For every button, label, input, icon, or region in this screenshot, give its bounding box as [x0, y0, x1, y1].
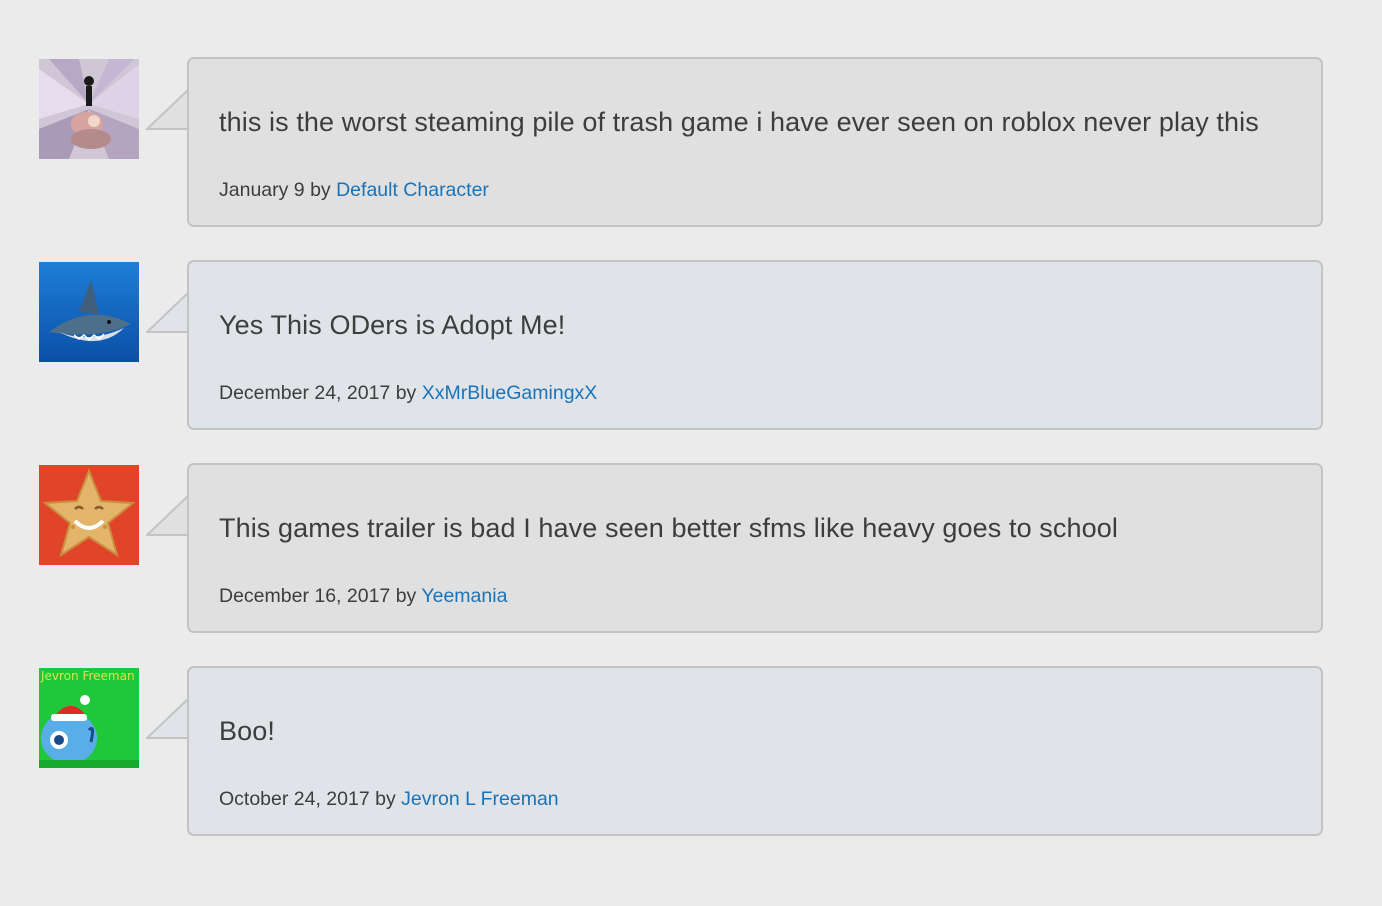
angelic-figure-avatar-icon [39, 59, 139, 159]
comment-item: This games trailer is bad I have seen be… [0, 463, 1382, 635]
smiling-star-cookie-avatar-icon [39, 465, 139, 565]
comment-text: this is the worst steaming pile of trash… [219, 107, 1259, 137]
author-link[interactable]: XxMrBlueGamingxX [422, 382, 598, 404]
avatar[interactable]: Jevron Freeman [39, 668, 139, 768]
author-link[interactable]: Yeemania [421, 585, 507, 607]
bubble-pointer [146, 495, 190, 537]
comment-by-label: by [395, 585, 417, 607]
avatar[interactable] [39, 465, 139, 565]
comment-bubble: Boo! October 24, 2017 by Jevron L Freema… [187, 666, 1323, 836]
comment-text: Boo! [219, 716, 275, 746]
comment-meta: December 16, 2017 by Yeemania [219, 585, 507, 608]
bubble-pointer [146, 698, 190, 740]
bubble-pointer [146, 292, 190, 334]
comment-bubble: This games trailer is bad I have seen be… [187, 463, 1323, 633]
comment-item: Jevron Freeman Boo! October 24, 2017 by [0, 666, 1382, 838]
shark-avatar-icon [39, 262, 139, 362]
comment-meta: October 24, 2017 by Jevron L Freeman [219, 788, 559, 811]
comment-date: December 24, 2017 [219, 382, 391, 404]
comment-meta: January 9 by Default Character [219, 179, 489, 202]
avatar-caption: Jevron Freeman [40, 669, 135, 683]
comment-text: Yes This ODers is Adopt Me! [219, 310, 566, 340]
comments-list: this is the worst steaming pile of trash… [0, 0, 1382, 906]
author-link[interactable]: Jevron L Freeman [401, 788, 559, 810]
comment-bubble: Yes This ODers is Adopt Me! December 24,… [187, 260, 1323, 430]
comment-by-label: by [310, 179, 331, 201]
comment-by-label: by [375, 788, 396, 810]
comment-by-label: by [395, 382, 417, 404]
comment-text: This games trailer is bad I have seen be… [219, 513, 1118, 543]
avatar[interactable] [39, 262, 139, 362]
comment-item: Yes This ODers is Adopt Me! December 24,… [0, 260, 1382, 432]
avatar[interactable] [39, 59, 139, 159]
blue-character-santa-hat-avatar-icon: Jevron Freeman [39, 668, 139, 768]
bubble-pointer [146, 89, 190, 131]
comment-date: January 9 [219, 179, 305, 201]
comment-bubble: this is the worst steaming pile of trash… [187, 57, 1323, 227]
comment-date: October 24, 2017 [219, 788, 370, 810]
comment-date: December 16, 2017 [219, 585, 391, 607]
comment-meta: December 24, 2017 by XxMrBlueGamingxX [219, 382, 597, 405]
author-link[interactable]: Default Character [336, 179, 489, 201]
comment-item: this is the worst steaming pile of trash… [0, 57, 1382, 229]
